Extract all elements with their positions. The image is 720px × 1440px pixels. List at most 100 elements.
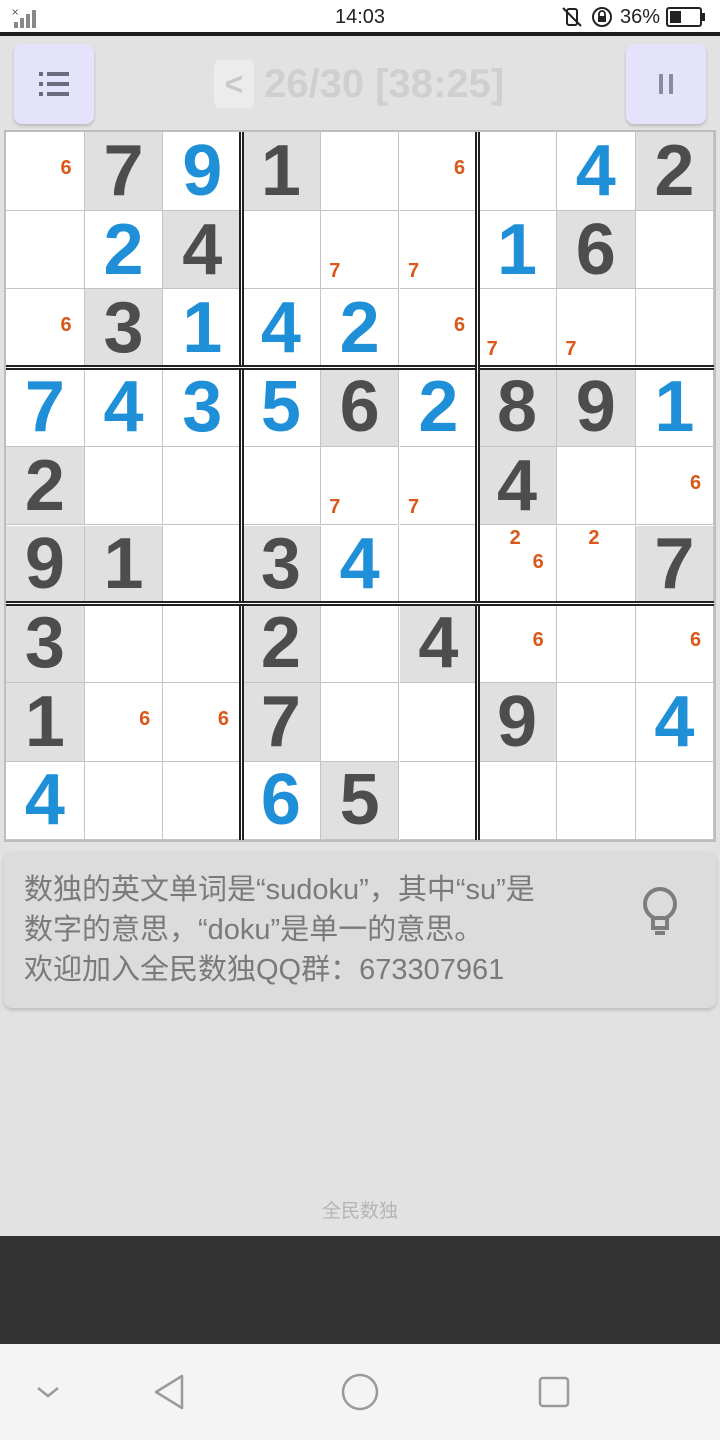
sudoku-cell[interactable] (84, 446, 164, 526)
sudoku-cell[interactable]: 7 (84, 132, 164, 211)
sudoku-cell[interactable]: 3 (242, 524, 321, 605)
entered-digit: 7 (24, 366, 65, 447)
sudoku-cell[interactable] (320, 132, 400, 211)
sudoku-cell[interactable] (556, 446, 636, 526)
previous-puzzle-button[interactable]: < (214, 60, 254, 108)
sudoku-cell[interactable]: 4 (84, 368, 164, 447)
sudoku-cell[interactable]: 7 (635, 525, 715, 605)
sudoku-cell[interactable]: 4 (478, 445, 557, 526)
sudoku-cell[interactable]: 4 (399, 604, 479, 683)
sudoku-cell[interactable] (635, 761, 715, 841)
sudoku-cell[interactable]: 4 (635, 682, 715, 762)
sudoku-cell[interactable] (556, 761, 636, 841)
sudoku-cell[interactable]: 2 (242, 604, 321, 683)
sudoku-cell[interactable] (6, 210, 85, 290)
sudoku-cell[interactable]: 6 (399, 132, 479, 211)
sudoku-cell[interactable]: 6 (84, 682, 164, 762)
given-digit: 4 (497, 445, 538, 526)
sudoku-cell[interactable] (163, 604, 243, 683)
sudoku-cell[interactable]: 7 (242, 682, 321, 762)
sudoku-cell[interactable] (399, 525, 479, 605)
pencil-note: 2 (509, 526, 521, 549)
sudoku-cell[interactable] (399, 761, 479, 841)
sudoku-cell[interactable] (478, 761, 557, 841)
sudoku-cell[interactable]: 2 (635, 132, 715, 211)
nav-back-icon[interactable] (148, 1370, 192, 1414)
sudoku-cell[interactable]: 7 (556, 289, 636, 369)
sudoku-cell[interactable]: 5 (242, 368, 321, 447)
sudoku-cell[interactable] (163, 525, 243, 605)
sudoku-cell[interactable]: 26 (478, 525, 557, 605)
sudoku-cell[interactable] (635, 289, 715, 369)
sudoku-cell[interactable]: 9 (478, 682, 557, 762)
entered-digit: 4 (339, 524, 380, 605)
sudoku-cell[interactable]: 1 (84, 525, 164, 605)
sudoku-cell[interactable]: 1 (242, 132, 321, 211)
sudoku-cell[interactable] (635, 210, 715, 290)
pencil-note: 6 (60, 314, 72, 337)
sudoku-cell[interactable]: 7 (6, 368, 85, 447)
sudoku-cell[interactable]: 3 (6, 604, 85, 683)
sudoku-cell[interactable]: 2 (84, 210, 164, 290)
sudoku-cell[interactable]: 4 (320, 524, 400, 605)
sudoku-cell[interactable] (242, 210, 321, 290)
sudoku-cell[interactable]: 4 (242, 289, 321, 369)
sudoku-cell[interactable] (556, 682, 636, 762)
sudoku-cell[interactable]: 9 (556, 368, 636, 447)
given-digit: 3 (260, 524, 301, 605)
sudoku-cell[interactable]: 7 (399, 446, 479, 526)
sudoku-cell[interactable]: 7 (478, 289, 557, 369)
pencil-note: 7 (407, 259, 420, 282)
sudoku-cell[interactable]: 8 (478, 368, 557, 447)
sudoku-cell[interactable]: 2 (399, 368, 479, 447)
sudoku-cell[interactable] (556, 604, 636, 683)
sudoku-cell[interactable]: 6 (635, 604, 715, 683)
sudoku-cell[interactable]: 3 (84, 289, 164, 369)
nav-home-icon[interactable] (338, 1370, 382, 1414)
sudoku-cell[interactable]: 6 (320, 368, 400, 447)
lightbulb-icon[interactable] (636, 882, 684, 944)
sudoku-cell[interactable]: 6 (6, 132, 85, 211)
sudoku-cell[interactable] (84, 604, 164, 683)
nav-down-icon[interactable] (26, 1370, 70, 1414)
pencil-note: 6 (532, 550, 544, 573)
sudoku-cell[interactable]: 6 (6, 289, 85, 369)
sudoku-cell[interactable]: 7 (320, 446, 400, 526)
sudoku-cell[interactable]: 9 (6, 525, 85, 605)
entered-digit: 1 (497, 209, 538, 290)
sudoku-cell[interactable]: 1 (163, 289, 243, 369)
sudoku-cell[interactable]: 2 (320, 289, 400, 369)
sudoku-cell[interactable] (84, 761, 164, 841)
sudoku-cell[interactable]: 7 (399, 210, 479, 290)
sudoku-cell[interactable] (399, 682, 479, 762)
sudoku-cell[interactable]: 6 (478, 604, 557, 683)
given-digit: 5 (339, 760, 380, 841)
sudoku-cell[interactable]: 6 (556, 210, 636, 290)
sudoku-cell[interactable] (320, 682, 400, 762)
pencil-note: 6 (690, 471, 702, 494)
sudoku-cell[interactable] (478, 132, 557, 211)
sudoku-cell[interactable]: 1 (635, 368, 715, 447)
sudoku-cell[interactable]: 1 (478, 209, 557, 290)
sudoku-cell[interactable]: 5 (320, 760, 400, 841)
pause-button[interactable] (626, 44, 706, 124)
sudoku-cell[interactable]: 6 (242, 761, 321, 841)
sudoku-cell[interactable]: 6 (399, 289, 479, 369)
sudoku-cell[interactable]: 4 (163, 210, 243, 290)
sudoku-cell[interactable] (163, 446, 243, 526)
nav-recent-icon[interactable] (532, 1370, 576, 1414)
sudoku-cell[interactable]: 1 (6, 682, 85, 762)
sudoku-cell[interactable]: 7 (320, 210, 400, 290)
sudoku-cell[interactable]: 6 (635, 446, 715, 526)
sudoku-cell[interactable]: 4 (556, 132, 636, 211)
sudoku-cell[interactable]: 4 (6, 761, 85, 841)
sudoku-cell[interactable]: 2 (556, 525, 636, 605)
menu-button[interactable] (14, 44, 94, 124)
sudoku-cell[interactable]: 3 (163, 368, 243, 447)
sudoku-cell[interactable]: 2 (6, 446, 85, 526)
sudoku-cell[interactable]: 6 (163, 682, 243, 762)
sudoku-cell[interactable] (163, 761, 243, 841)
sudoku-cell[interactable] (242, 446, 321, 526)
sudoku-cell[interactable] (320, 604, 400, 683)
sudoku-cell[interactable]: 9 (163, 132, 243, 211)
